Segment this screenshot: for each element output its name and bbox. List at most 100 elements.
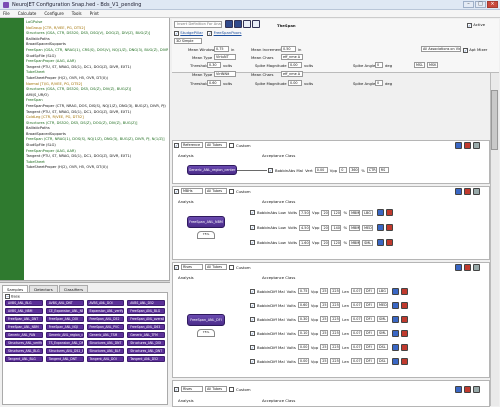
tree-node[interactable]: Structures (GSA, CTR, DS520, DS5, DSG(V)…: [26, 31, 168, 37]
apt-mixer-checkbox[interactable]: ✓: [463, 47, 468, 53]
delete-icon[interactable]: [386, 224, 394, 231]
pane-splitter[interactable]: [0, 280, 170, 283]
palette-item[interactable]: Structures_ANL_DNT: [127, 348, 165, 354]
row-code2-input[interactable]: LBG: [377, 288, 389, 294]
row-checkbox[interactable]: ✓: [250, 240, 255, 245]
minimize-icon[interactable]: –: [463, 1, 474, 8]
row-checkbox[interactable]: ✓: [250, 288, 255, 294]
delete-icon[interactable]: [401, 357, 409, 365]
row-v2-input[interactable]: 25: [320, 288, 329, 294]
section1-tubes-select[interactable]: All Tubes: [205, 142, 227, 148]
row-checkbox[interactable]: ✓: [250, 302, 255, 308]
row-code2-input[interactable]: LBG: [362, 209, 374, 216]
edit-icon[interactable]: [455, 386, 462, 393]
section3-enable-checkbox[interactable]: ✓: [174, 264, 179, 270]
edit-icon[interactable]: [392, 357, 400, 365]
row-v3-input[interactable]: 225: [330, 330, 341, 336]
row-code2-input[interactable]: RS: [378, 167, 389, 173]
section4-enable-checkbox[interactable]: ✓: [174, 386, 179, 392]
edit-icon[interactable]: [455, 142, 462, 149]
section4-type-select[interactable]: Rises: [181, 386, 203, 392]
maximize-icon[interactable]: □: [475, 1, 486, 8]
delete-icon[interactable]: [386, 239, 394, 246]
copy-icon[interactable]: [473, 264, 480, 271]
copy-icon[interactable]: [473, 142, 480, 149]
palette-item[interactable]: CE_Expansion_ANL_NBM: [45, 308, 84, 314]
row-checkbox[interactable]: ✓: [268, 167, 273, 173]
copy-icon[interactable]: [473, 188, 480, 195]
palette-item[interactable]: AVBS_ANL_DNT: [45, 300, 84, 306]
palette-item[interactable]: Generic_ANL_TSM: [86, 332, 125, 338]
row-checkbox[interactable]: ✓: [250, 210, 255, 215]
row-v1-input[interactable]: 1.60: [299, 239, 311, 246]
spike-angle-input[interactable]: 0: [375, 62, 383, 68]
row-len-input[interactable]: 0.07: [351, 330, 363, 336]
configuration-tree[interactable]: LoGPulse NoGroup [CTR, R/VEE, PG, DT52] St…: [26, 20, 168, 171]
palette-item[interactable]: TS_Expansion_ANL_DNT: [45, 340, 84, 346]
palette-item[interactable]: FreeSpan_ANL_DNT: [5, 316, 43, 322]
delete-icon[interactable]: [401, 329, 409, 337]
edit-icon[interactable]: [455, 188, 462, 195]
row-len-input[interactable]: 0.07: [351, 344, 363, 350]
row-v2-input[interactable]: 25: [320, 358, 329, 364]
palette-item[interactable]: Tangent_ANL_DOI: [86, 356, 125, 362]
row-v1-input[interactable]: 0.00: [297, 358, 309, 364]
row-v2-input[interactable]: 25: [320, 316, 329, 322]
row-checkbox[interactable]: ✓: [250, 316, 255, 322]
palette-item[interactable]: AVBS_ANL_NBM: [5, 308, 43, 314]
section4-tubes-select[interactable]: All Tubes: [205, 386, 227, 392]
spike-magnitude-input[interactable]: 0.00: [288, 62, 302, 68]
row-code2-input[interactable]: SML: [377, 330, 389, 336]
studge-pillar-link[interactable]: StudgePillar: [180, 30, 203, 35]
mean-increment-input[interactable]: 0.50: [281, 46, 296, 52]
row-code-input[interactable]: MBM: [349, 239, 361, 246]
tree-node[interactable]: FreeSpanProper (CTR, NRAG, DOS, DIS(S), …: [26, 104, 168, 110]
palette-item[interactable]: FreeSpan_ANL_DOI: [45, 316, 84, 322]
apt-mixer-toggle[interactable]: ✓ Apt Mixer: [463, 47, 487, 53]
row-v2-input[interactable]: 20: [321, 209, 330, 216]
palette-item[interactable]: Structures_ANL_verified_bu: [5, 340, 43, 346]
row-v3-input[interactable]: 225: [330, 288, 341, 294]
palette-item[interactable]: Structures_ANL_DNT: [86, 340, 125, 346]
mean-window-input[interactable]: 0.75: [214, 46, 229, 52]
row-v3-input[interactable]: 225: [330, 358, 341, 364]
section2-custom-checkbox[interactable]: [229, 188, 234, 194]
palette-item[interactable]: Structures_ANL_BLG: [5, 348, 43, 354]
row-code-input[interactable]: DFI: [364, 330, 376, 336]
menu-file[interactable]: File: [3, 11, 10, 16]
palette-item[interactable]: AVBS_ANL_DOI: [86, 300, 125, 306]
row-code-input[interactable]: CTR: [366, 167, 377, 173]
palette-item[interactable]: Structures_ANL_DOI: [127, 340, 165, 346]
row-code-input[interactable]: DFI: [364, 344, 376, 350]
row-v3-input[interactable]: 120: [331, 239, 342, 246]
row-v2-input[interactable]: 25: [320, 330, 329, 336]
section4-custom-checkbox[interactable]: [229, 386, 234, 392]
palette-item[interactable]: Structures_ANL_D52_ECI: [45, 348, 84, 354]
mean-type-select-2[interactable]: VirtNNit: [214, 71, 236, 77]
expand-icon[interactable]: −: [5, 294, 10, 299]
close-icon[interactable]: ×: [487, 1, 498, 8]
section1-enable-checkbox[interactable]: ✓: [174, 142, 179, 148]
code-input-2[interactable]: MSK: [427, 62, 438, 68]
row-checkbox[interactable]: ✓: [250, 330, 255, 336]
spike-magnitude-input-2[interactable]: 0.00: [288, 80, 302, 86]
row-v2-input[interactable]: 25: [320, 344, 329, 350]
code-input-1[interactable]: MSL: [414, 62, 425, 68]
edit-icon[interactable]: [392, 329, 400, 337]
palette-item[interactable]: Tangent_ANL_D52: [127, 356, 165, 362]
row-v1-input[interactable]: 0.10: [297, 330, 309, 336]
palette-item[interactable]: AVBS_ANL_D52: [127, 300, 165, 306]
row-code-input[interactable]: DFI: [364, 358, 376, 364]
threshold-input-2[interactable]: 0.60: [207, 80, 221, 86]
row-v2-input[interactable]: 20: [321, 239, 330, 246]
section1-custom-checkbox[interactable]: [229, 142, 234, 148]
palette-item[interactable]: Tangent_ANL_BLG: [5, 356, 43, 362]
edit-icon[interactable]: [455, 264, 462, 271]
palette-item[interactable]: FreeSpan_ANL_D52: [86, 316, 125, 322]
row-v3-input[interactable]: 225: [330, 316, 341, 322]
edit-icon[interactable]: [377, 224, 385, 231]
scrollbar-thumb[interactable]: [491, 90, 498, 150]
row-v2-input[interactable]: 0: [339, 167, 348, 173]
palette-item[interactable]: FreeSpan_ANL_D63: [127, 324, 165, 330]
edit-icon[interactable]: [392, 315, 400, 323]
